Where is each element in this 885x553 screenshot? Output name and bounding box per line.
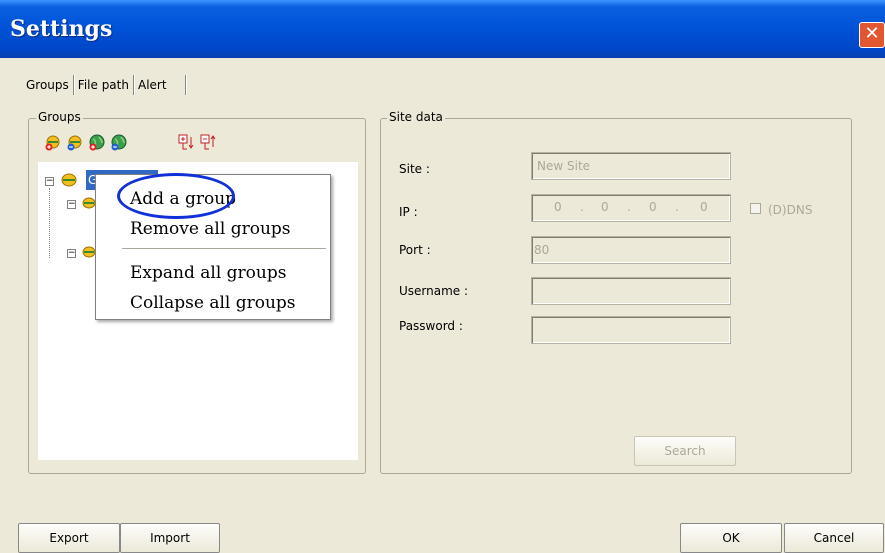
menu-item-collapse-all-groups[interactable]: Collapse all groups — [130, 293, 296, 313]
site-value: New Site — [537, 159, 591, 173]
ip-dot: . — [580, 200, 584, 214]
menu-separator — [122, 248, 326, 249]
tab-file-path[interactable]: File path — [74, 78, 133, 92]
site-field[interactable]: New Site — [531, 152, 731, 180]
title-bar: Settings — [0, 0, 885, 58]
close-icon: ✕ — [864, 23, 880, 44]
window-title: Settings — [10, 16, 113, 42]
ip-dot: . — [627, 200, 631, 214]
ip-octet: 0 — [601, 200, 609, 214]
site-label: Site : — [399, 162, 430, 176]
tab-strip: Groups File path Alert — [22, 74, 186, 96]
ip-dot: . — [675, 200, 679, 214]
tree-expander[interactable]: − — [67, 249, 76, 258]
password-field[interactable] — [531, 316, 731, 344]
groups-panel-legend: Groups — [36, 110, 83, 124]
ddns-checkbox[interactable] — [750, 203, 761, 214]
username-label: Username : — [399, 284, 469, 298]
tree-expander[interactable]: − — [67, 200, 76, 209]
cancel-button[interactable]: Cancel — [784, 523, 884, 553]
site-data-legend: Site data — [387, 110, 445, 124]
ip-octet: 0 — [649, 200, 657, 214]
search-button[interactable]: Search — [634, 436, 736, 466]
tab-separator — [184, 75, 186, 95]
group-folder-icon — [61, 173, 77, 187]
username-field[interactable] — [531, 277, 731, 305]
ip-octet: 0 — [554, 200, 562, 214]
port-label: Port : — [399, 243, 431, 257]
tree-line — [49, 188, 51, 258]
menu-item-expand-all-groups[interactable]: Expand all groups — [130, 263, 286, 283]
ok-button[interactable]: OK — [680, 523, 782, 553]
add-group-icon[interactable] — [44, 133, 62, 151]
port-field[interactable]: 80 — [531, 236, 731, 264]
add-site-icon[interactable] — [88, 133, 106, 151]
remove-group-icon[interactable] — [66, 133, 84, 151]
close-button[interactable]: ✕ — [859, 22, 885, 48]
ip-octet: 0 — [700, 200, 708, 214]
ddns-label: (D)DNS — [768, 203, 813, 217]
collapse-all-icon[interactable] — [200, 133, 218, 151]
remove-site-icon[interactable] — [110, 133, 128, 151]
port-value: 80 — [534, 243, 550, 257]
expand-all-icon[interactable] — [178, 133, 196, 151]
import-button[interactable]: Import — [120, 523, 220, 553]
ip-label: IP : — [399, 205, 418, 219]
export-button[interactable]: Export — [18, 523, 120, 553]
highlight-ring — [117, 173, 235, 219]
password-label: Password : — [399, 319, 463, 333]
group-folder-icon — [82, 197, 96, 209]
tab-alert[interactable]: Alert — [134, 78, 171, 92]
menu-item-remove-all-groups[interactable]: Remove all groups — [130, 219, 291, 239]
group-folder-icon — [82, 246, 96, 258]
tree-expander[interactable]: − — [45, 177, 54, 186]
ip-field[interactable]: 0 . 0 . 0 . 0 — [531, 194, 731, 222]
tab-groups[interactable]: Groups — [22, 78, 73, 92]
